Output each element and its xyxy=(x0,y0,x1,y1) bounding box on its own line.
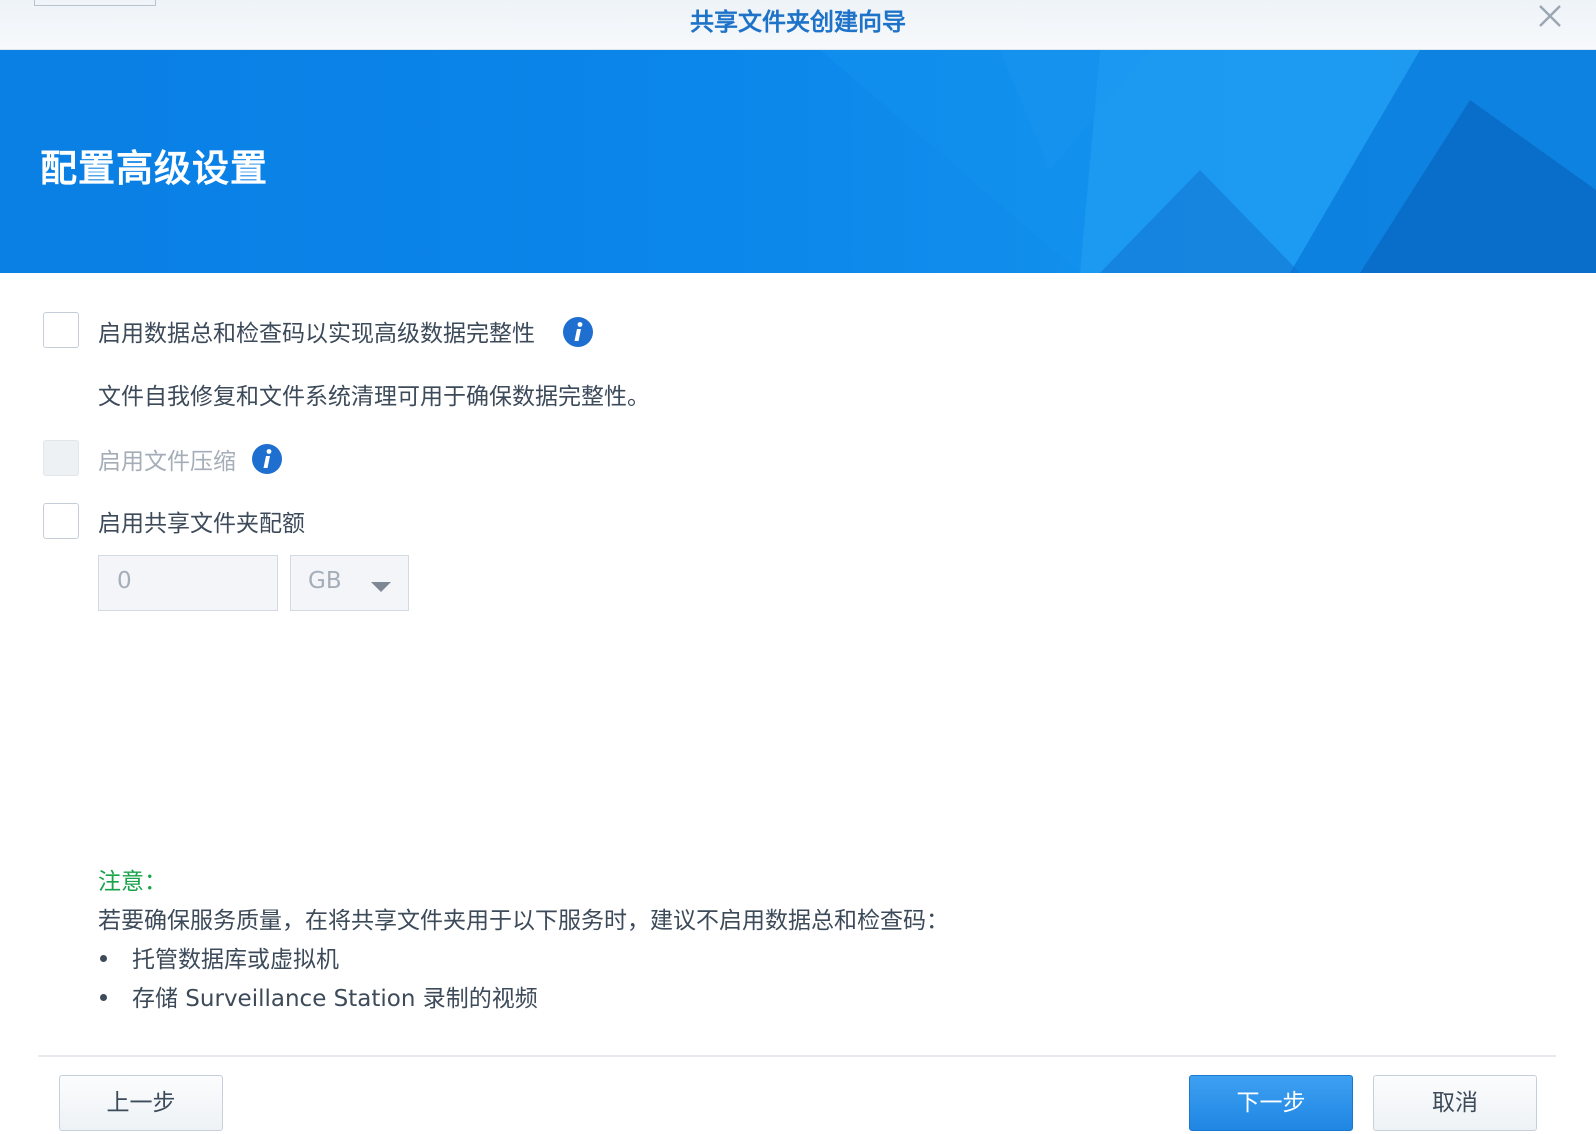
wizard-window: 共享文件夹创建向导 配置高级设置 启用数据总和检查码以实现高级数据完整性 文件自… xyxy=(0,0,1596,1134)
compression-label: 启用文件压缩 xyxy=(98,449,236,475)
quota-label: 启用共享文件夹配额 xyxy=(98,511,305,537)
note-item-text: 托管数据库或虚拟机 xyxy=(132,947,339,973)
note-title: 注意： xyxy=(98,869,167,895)
note-list-item: 存储 Surveillance Station 录制的视频 xyxy=(98,979,538,1013)
note-item-text: 存储 Surveillance Station 录制的视频 xyxy=(132,986,538,1012)
footer-divider xyxy=(38,1055,1556,1057)
info-icon[interactable] xyxy=(562,316,594,348)
compression-checkbox[interactable] xyxy=(43,440,79,476)
title-bar: 共享文件夹创建向导 xyxy=(0,0,1596,50)
checksum-description: 文件自我修复和文件系统清理可用于确保数据完整性。 xyxy=(98,384,650,410)
close-icon[interactable] xyxy=(1536,2,1564,30)
note-text: 若要确保服务质量，在将共享文件夹用于以下服务时，建议不启用数据总和检查码： xyxy=(98,908,949,934)
cancel-button[interactable]: 取消 xyxy=(1373,1075,1537,1131)
quota-unit-value: GB xyxy=(308,568,342,594)
bullet-icon xyxy=(100,994,107,1001)
page-heading: 配置高级设置 xyxy=(40,147,268,190)
checksum-label: 启用数据总和检查码以实现高级数据完整性 xyxy=(98,321,535,347)
window-title: 共享文件夹创建向导 xyxy=(690,8,906,36)
chevron-down-icon xyxy=(370,578,392,592)
quota-checkbox[interactable] xyxy=(43,503,79,539)
checksum-checkbox[interactable] xyxy=(43,312,79,348)
bullet-icon xyxy=(100,955,107,962)
info-icon[interactable] xyxy=(251,443,283,475)
back-button[interactable]: 上一步 xyxy=(59,1075,223,1131)
next-button[interactable]: 下一步 xyxy=(1189,1075,1353,1131)
quota-unit-select[interactable]: GB xyxy=(290,555,409,611)
quota-size-input[interactable]: 0 xyxy=(98,555,278,611)
header-banner: 配置高级设置 xyxy=(0,50,1596,273)
note-list-item: 托管数据库或虚拟机 xyxy=(98,940,339,974)
